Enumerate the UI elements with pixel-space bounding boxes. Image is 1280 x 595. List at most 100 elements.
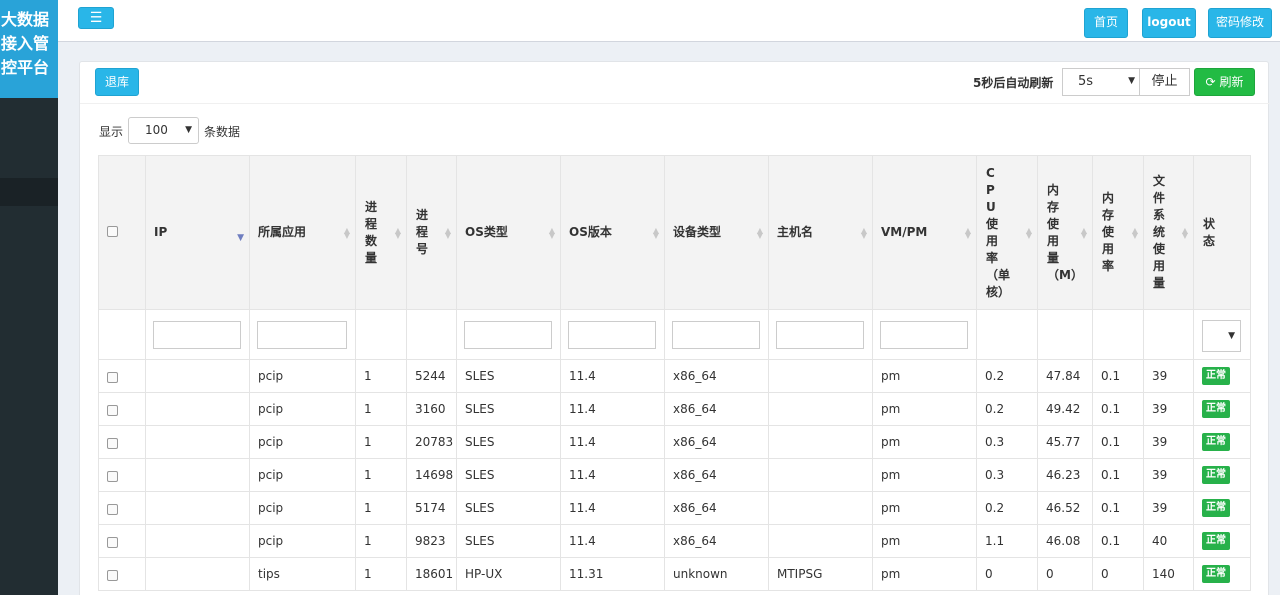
sort-icon: ▲ ▼	[444, 226, 451, 240]
cell-ip	[145, 557, 250, 591]
column-header-os-type[interactable]: OS类型 ▲ ▼	[456, 155, 561, 310]
row-select-cell	[98, 524, 146, 558]
change-password-button[interactable]: 密码修改	[1208, 8, 1272, 38]
cell-app: pcip	[249, 425, 356, 459]
column-header-os-version[interactable]: OS版本 ▲ ▼	[560, 155, 665, 310]
hostname-filter-input[interactable]	[776, 320, 864, 349]
os-type-filter-input[interactable]	[464, 320, 552, 349]
status-badge: 正常	[1202, 532, 1230, 550]
cell-mem-rate: 0.1	[1092, 491, 1144, 525]
table-row[interactable]: pcip 1 9823 SLES 11.4 x86_64 pm 1.1 46.08 0.1 40 正常	[98, 524, 1251, 558]
row-checkbox[interactable]	[107, 471, 118, 482]
refresh-button[interactable]: ⟳ 刷新	[1194, 68, 1255, 96]
row-checkbox[interactable]	[107, 504, 118, 515]
table-row[interactable]: pcip 1 20783 SLES 11.4 x86_64 pm 0.3 45.77 0.1 39 正…	[98, 425, 1251, 459]
column-header-label: 内存使用量（M）	[1047, 182, 1083, 282]
column-header-pid[interactable]: 进程号 ▲ ▼	[406, 155, 457, 310]
os-version-filter-input[interactable]	[568, 320, 656, 349]
column-header-memory-rate[interactable]: 内存使用率 ▲ ▼	[1092, 155, 1144, 310]
column-header-label: 进程号	[416, 208, 429, 256]
cell-os-type: SLES	[456, 359, 561, 393]
process-table: IP ▼ 所属应用 ▲▼ 进程数量 ▲▼ 进程号 ▲▼ OS类型 ▲▼	[98, 155, 1251, 591]
cell-pid: 5174	[406, 491, 457, 525]
cell-status: 正常	[1193, 425, 1251, 459]
cell-vmpm: pm	[872, 524, 977, 558]
device-type-filter-input[interactable]	[672, 320, 760, 349]
row-select-cell	[98, 425, 146, 459]
cell-os-type: SLES	[456, 524, 561, 558]
cell-mem-rate: 0.1	[1092, 458, 1144, 492]
sidebar-toggle-button[interactable]: ☰	[78, 7, 114, 29]
status-filter-select[interactable]: ▼	[1202, 320, 1241, 352]
sort-icon: ▲ ▼	[756, 226, 763, 240]
column-header-label: 进程数量	[365, 199, 378, 265]
column-header-hostname[interactable]: 主机名 ▲ ▼	[768, 155, 873, 310]
cell-app: tips	[249, 557, 356, 591]
table-row[interactable]: pcip 1 3160 SLES 11.4 x86_64 pm 0.2 49.42 0.1 39 正常	[98, 392, 1251, 426]
status-badge: 正常	[1202, 433, 1230, 451]
cell-vmpm: pm	[872, 458, 977, 492]
cell-proc-count: 1	[355, 392, 407, 426]
cell-app: pcip	[249, 392, 356, 426]
status-badge: 正常	[1202, 565, 1230, 583]
column-header-cpu[interactable]: CPU使用率（单核） ▲ ▼	[976, 155, 1038, 310]
sidebar-item-active[interactable]	[0, 178, 58, 206]
refresh-interval-select[interactable]: 5s ▼	[1062, 68, 1140, 96]
cell-fs: 39	[1143, 458, 1194, 492]
out-of-library-button[interactable]: 退库	[95, 68, 139, 96]
row-checkbox[interactable]	[107, 537, 118, 548]
row-checkbox[interactable]	[107, 405, 118, 416]
column-header-status[interactable]: 状态	[1193, 155, 1251, 310]
status-badge: 正常	[1202, 400, 1230, 418]
sort-icon: ▲ ▼	[548, 226, 555, 240]
refresh-label: 刷新	[1219, 75, 1244, 89]
select-all-checkbox[interactable]	[107, 225, 118, 237]
cell-host	[768, 425, 873, 459]
column-header-label: 所属应用	[258, 225, 307, 239]
top-navbar: ☰ 首页 logout 密码修改	[58, 0, 1280, 42]
column-header-memory[interactable]: 内存使用量（M） ▲ ▼	[1037, 155, 1093, 310]
refresh-interval-value: 5s	[1078, 74, 1094, 89]
cell-host: MTIPSG	[768, 557, 873, 591]
table-row[interactable]: pcip 1 14698 SLES 11.4 x86_64 pm 0.3 46.23 0.1 39 正…	[98, 458, 1251, 492]
cell-pid: 20783	[406, 425, 457, 459]
column-header-device-type[interactable]: 设备类型 ▲ ▼	[664, 155, 769, 310]
column-header-app[interactable]: 所属应用 ▲ ▼	[249, 155, 356, 310]
app-filter-input[interactable]	[257, 320, 347, 349]
filter-cell-device-type	[664, 309, 769, 360]
row-select-cell	[98, 392, 146, 426]
column-header-label: OS版本	[569, 225, 612, 239]
cell-os-ver: 11.4	[560, 425, 665, 459]
cell-cpu: 0	[976, 557, 1038, 591]
home-button[interactable]: 首页	[1084, 8, 1128, 38]
column-header-proc-count[interactable]: 进程数量 ▲ ▼	[355, 155, 407, 310]
page-length-select[interactable]: 100 ▼	[128, 117, 199, 144]
ip-filter-input[interactable]	[153, 320, 241, 349]
cell-host	[768, 458, 873, 492]
cell-host	[768, 392, 873, 426]
cell-mem-rate: 0.1	[1092, 359, 1144, 393]
table-row[interactable]: pcip 1 5244 SLES 11.4 x86_64 pm 0.2 47.84 0.1 39 正常	[98, 359, 1251, 393]
stop-button[interactable]: 停止	[1139, 68, 1190, 96]
row-checkbox[interactable]	[107, 372, 118, 383]
cell-proc-count: 1	[355, 491, 407, 525]
column-header-ip[interactable]: IP ▼	[145, 155, 250, 310]
content-box: 退库 5秒后自动刷新 5s ▼ 停止 ⟳ 刷新 显示 100 ▼ 条数据 IP …	[79, 61, 1270, 595]
table-row[interactable]: tips 1 18601 HP-UX 11.31 unknown MTIPSG pm 0 0 0 14…	[98, 557, 1251, 591]
filter-cell-vmpm	[872, 309, 977, 360]
table-row[interactable]: pcip 1 5174 SLES 11.4 x86_64 pm 0.2 46.52 0.1 39 正常	[98, 491, 1251, 525]
cell-device: x86_64	[664, 425, 769, 459]
cell-pid: 9823	[406, 524, 457, 558]
column-header-label: VM/PM	[881, 225, 928, 239]
row-checkbox[interactable]	[107, 570, 118, 581]
row-select-cell	[98, 359, 146, 393]
filter-cell-os-version	[560, 309, 665, 360]
vmpm-filter-input[interactable]	[880, 320, 968, 349]
column-header-filesystem[interactable]: 文件系统使用量 ▲ ▼	[1143, 155, 1194, 310]
row-checkbox[interactable]	[107, 438, 118, 449]
logout-button[interactable]: logout	[1142, 8, 1196, 38]
brand-logo[interactable]: 大数据 接入管 控平台	[0, 0, 58, 98]
cell-fs: 39	[1143, 392, 1194, 426]
column-header-label: 文件系统使用量	[1153, 174, 1166, 290]
column-header-vmpm[interactable]: VM/PM ▲ ▼	[872, 155, 977, 310]
